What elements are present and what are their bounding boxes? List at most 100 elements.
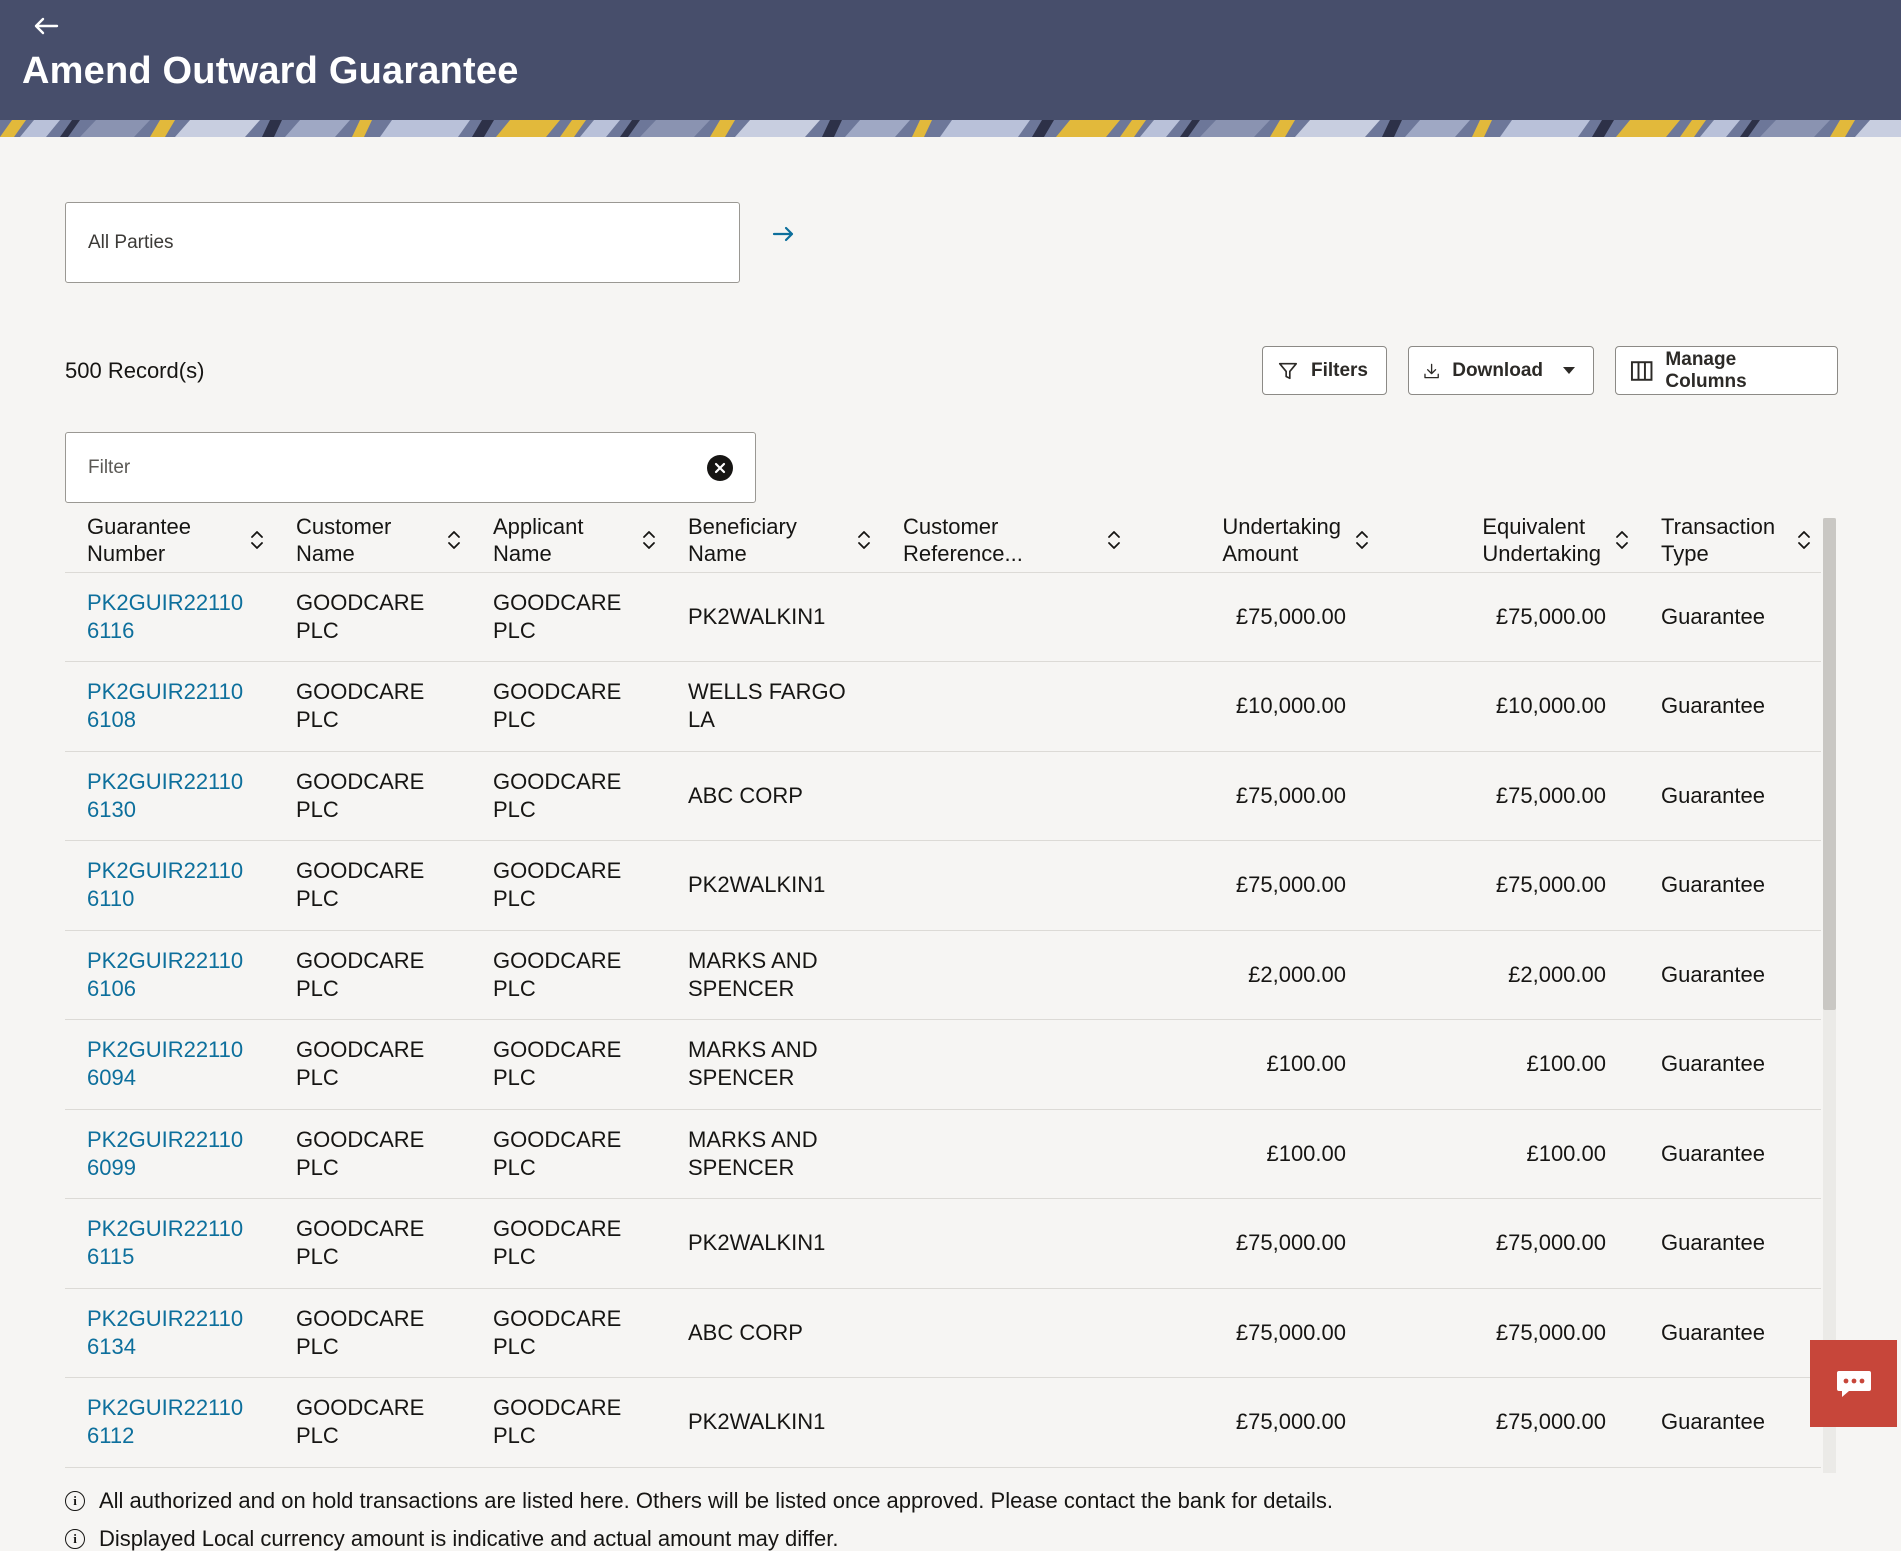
applicant-name-line: GOODCARE	[493, 679, 622, 705]
applicant-name-cell: GOODCARE PLC	[471, 1198, 666, 1289]
column-header-line: Customer	[903, 513, 999, 539]
manage-columns-button[interactable]: Manage Columns	[1615, 346, 1838, 395]
beneficiary-name-cell: MARKS AND SPENCER	[666, 1019, 881, 1110]
sort-icon[interactable]	[642, 529, 656, 551]
filter-icon	[1278, 362, 1298, 379]
sort-icon[interactable]	[1615, 529, 1629, 551]
guarantee-number-line: 6115	[87, 1244, 135, 1270]
transaction-type-cell: Guarantee	[1639, 751, 1821, 841]
guarantee-number-link[interactable]: PK2GUIR22110 6110	[87, 858, 243, 911]
table-row[interactable]: PK2GUIR22110 6130 GOODCARE PLC GOODCARE PLC AB…	[65, 751, 1821, 841]
table-row[interactable]: PK2GUIR22110 6106 GOODCARE PLC GOODCARE PLC MA…	[65, 930, 1821, 1020]
download-button[interactable]: Download	[1408, 346, 1594, 395]
table-row[interactable]: PK2GUIR22110 6115 GOODCARE PLC GOODCARE PLC PK…	[65, 1198, 1821, 1289]
guarantee-table: Guarantee Number Customer Name Applicant Name…	[65, 508, 1821, 1468]
table-row[interactable]: PK2GUIR22110 6134 GOODCARE PLC GOODCARE PLC AB…	[65, 1288, 1821, 1378]
guarantee-number-link[interactable]: PK2GUIR22110 6108	[87, 679, 243, 732]
guarantee-number-link[interactable]: PK2GUIR22110 6106	[87, 948, 243, 1001]
column-header[interactable]: Transaction Type	[1639, 508, 1821, 573]
clear-filter-button[interactable]	[707, 455, 733, 481]
guarantee-number-link[interactable]: PK2GUIR22110 6116	[87, 590, 243, 643]
equivalent-undertaking-cell: £75,000.00	[1379, 751, 1639, 841]
column-header-line: Transaction	[1661, 513, 1776, 539]
customer-reference-cell	[881, 1198, 1131, 1289]
beneficiary-name-cell: MARKS AND SPENCER	[666, 930, 881, 1020]
sort-icon[interactable]	[1355, 529, 1369, 551]
customer-name-line: PLC	[296, 1423, 339, 1449]
sort-icon[interactable]	[250, 529, 264, 551]
beneficiary-name-line: SPENCER	[688, 975, 795, 1001]
column-header[interactable]: Customer Name	[274, 508, 471, 573]
guarantee-number-cell: PK2GUIR22110 6130	[65, 751, 274, 841]
guarantee-number-cell: PK2GUIR22110 6112	[65, 1377, 274, 1468]
back-button[interactable]	[28, 10, 64, 42]
column-header[interactable]: Equivalent Undertaking	[1379, 508, 1639, 573]
column-header-content: Customer Reference...	[903, 513, 1131, 567]
table-row[interactable]: PK2GUIR22110 6116 GOODCARE PLC GOODCARE PLC PK…	[65, 572, 1821, 662]
table-row[interactable]: PK2GUIR22110 6112 GOODCARE PLC GOODCARE PLC PK…	[65, 1377, 1821, 1468]
party-select[interactable]: All Parties	[65, 202, 740, 283]
table-row[interactable]: PK2GUIR22110 6094 GOODCARE PLC GOODCARE PLC MA…	[65, 1019, 1821, 1110]
column-header[interactable]: Applicant Name	[471, 508, 666, 573]
beneficiary-name-line: LA	[688, 707, 715, 733]
filter-input[interactable]	[88, 456, 668, 479]
column-header[interactable]: Beneficiary Name	[666, 508, 881, 573]
info-icon: i	[65, 1529, 85, 1549]
column-header[interactable]: Undertaking Amount	[1131, 508, 1379, 573]
beneficiary-name-line: SPENCER	[688, 1065, 795, 1091]
applicant-name-line: PLC	[493, 707, 536, 733]
customer-name-cell: GOODCARE PLC	[274, 572, 471, 662]
column-header[interactable]: Guarantee Number	[65, 508, 274, 573]
close-icon	[714, 462, 726, 474]
table-scrollbar[interactable]	[1823, 518, 1836, 1473]
beneficiary-name-cell: PK2WALKIN1	[666, 840, 881, 931]
table-row[interactable]: PK2GUIR22110 6110 GOODCARE PLC GOODCARE PLC PK…	[65, 840, 1821, 931]
guarantee-number-link[interactable]: PK2GUIR22110 6112	[87, 1395, 243, 1448]
beneficiary-name-cell: PK2WALKIN1	[666, 1198, 881, 1289]
customer-reference-cell	[881, 930, 1131, 1020]
column-header-content: Undertaking Amount	[1153, 513, 1379, 567]
customer-name-line: PLC	[296, 617, 339, 643]
guarantee-number-link[interactable]: PK2GUIR22110 6134	[87, 1306, 243, 1359]
table-row[interactable]: PK2GUIR22110 6108 GOODCARE PLC GOODCARE PLC WE…	[65, 661, 1821, 752]
table-row[interactable]: PK2GUIR22110 6099 GOODCARE PLC GOODCARE PLC MA…	[65, 1109, 1821, 1199]
sort-icon[interactable]	[857, 529, 871, 551]
customer-name-line: PLC	[296, 975, 339, 1001]
guarantee-number-line: PK2GUIR22110	[87, 768, 244, 794]
guarantee-number-link[interactable]: PK2GUIR22110 6130	[87, 769, 243, 822]
column-header[interactable]: Customer Reference...	[881, 508, 1131, 573]
guarantee-number-link[interactable]: PK2GUIR22110 6094	[87, 1037, 243, 1090]
applicant-name-line: GOODCARE	[493, 768, 622, 794]
applicant-name-cell: GOODCARE PLC	[471, 1019, 666, 1110]
scrollbar-thumb[interactable]	[1823, 518, 1836, 1010]
column-header-content: Guarantee Number	[87, 513, 274, 567]
guarantee-number-link[interactable]: PK2GUIR22110 6099	[87, 1127, 243, 1180]
guarantee-number-line: 6134	[87, 1333, 136, 1359]
sort-icon[interactable]	[1797, 529, 1811, 551]
manage-columns-label: Manage Columns	[1665, 348, 1747, 392]
guarantee-number-link[interactable]: PK2GUIR22110 6115	[87, 1216, 243, 1269]
column-header-label: Equivalent Undertaking	[1482, 513, 1601, 567]
applicant-name-line: PLC	[493, 1065, 536, 1091]
chat-button[interactable]	[1810, 1340, 1897, 1427]
guarantee-number-line: 6112	[87, 1423, 135, 1449]
applicant-name-cell: GOODCARE PLC	[471, 840, 666, 931]
customer-name-line: PLC	[296, 1065, 339, 1091]
beneficiary-name-line: MARKS AND	[688, 947, 818, 973]
header-banner-pattern	[0, 120, 1901, 137]
applicant-name-line: GOODCARE	[493, 1305, 622, 1331]
undertaking-amount-cell: £75,000.00	[1131, 572, 1379, 662]
transaction-type-cell: Guarantee	[1639, 840, 1821, 931]
arrow-right-icon[interactable]	[770, 222, 798, 246]
beneficiary-name-line: WELLS FARGO	[688, 679, 846, 705]
filters-button[interactable]: Filters	[1262, 346, 1387, 395]
sort-icon[interactable]	[1107, 529, 1121, 551]
customer-name-line: GOODCARE	[296, 589, 425, 615]
sort-icon[interactable]	[447, 529, 461, 551]
customer-name-cell: GOODCARE PLC	[274, 840, 471, 931]
filter-field[interactable]	[65, 432, 756, 503]
equivalent-undertaking-cell: £75,000.00	[1379, 840, 1639, 931]
undertaking-amount-cell: £75,000.00	[1131, 1288, 1379, 1378]
undertaking-amount-cell: £10,000.00	[1131, 661, 1379, 752]
equivalent-undertaking-cell: £75,000.00	[1379, 1288, 1639, 1378]
